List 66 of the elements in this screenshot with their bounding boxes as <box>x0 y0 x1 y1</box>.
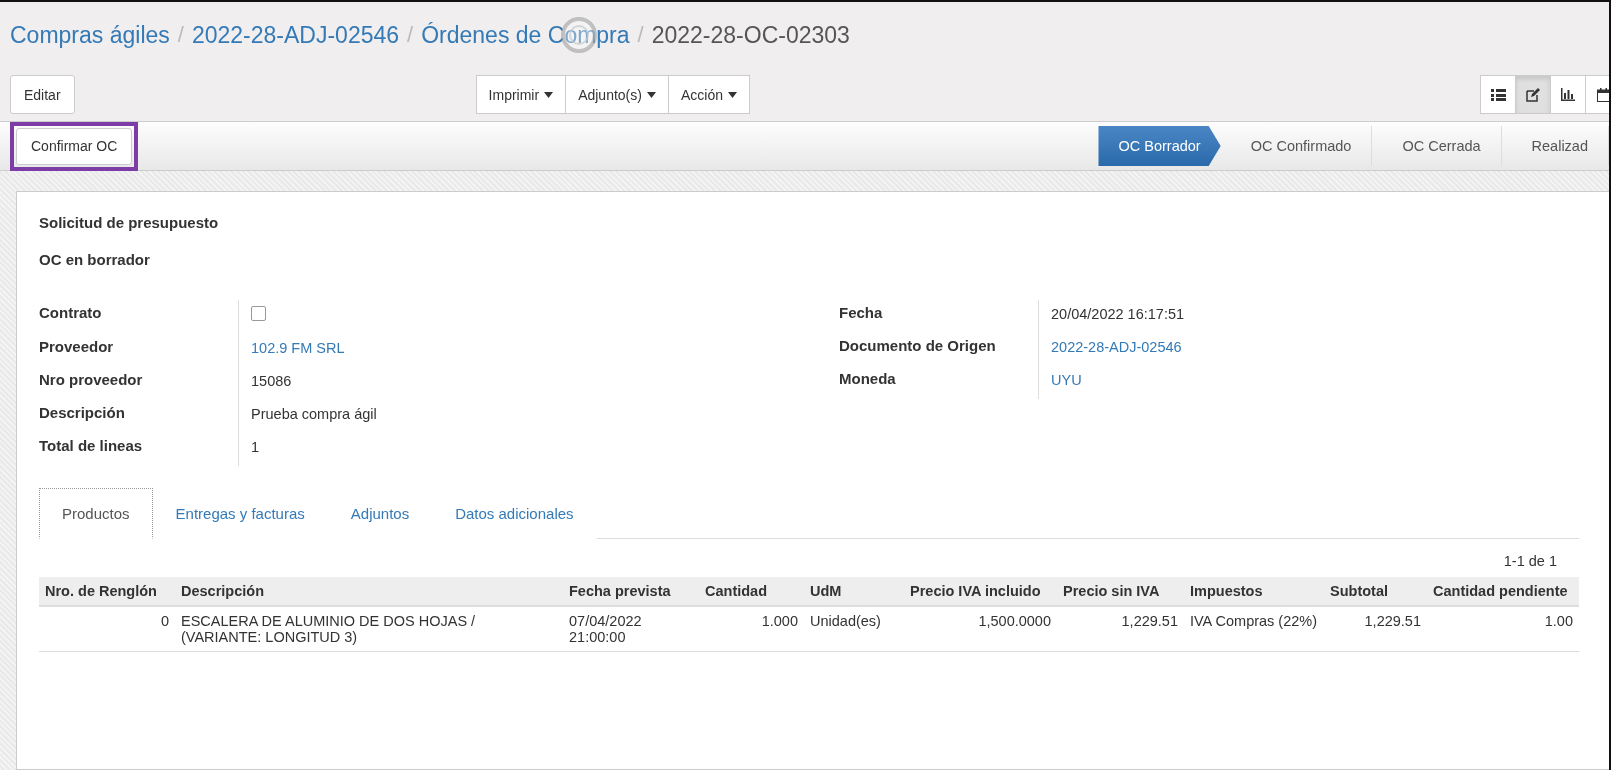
field-label: Nro proveedor <box>39 371 143 388</box>
field-value: 1 <box>251 439 260 455</box>
field-link[interactable]: 102.9 FM SRL <box>251 340 345 356</box>
pager: 1-1 de 1 <box>1503 553 1557 569</box>
column-header[interactable]: UdM <box>804 577 904 606</box>
table-cell: 1.00 <box>1427 606 1579 652</box>
breadcrumb-separator: / <box>637 22 644 48</box>
field-label: Proveedor <box>39 338 114 355</box>
calendar-icon <box>1596 87 1609 102</box>
page-title: 2022-28-OC-02303 <box>651 21 850 49</box>
edit-icon <box>1526 87 1540 102</box>
caret-icon <box>646 91 656 98</box>
column-header[interactable]: Impuestos <box>1184 577 1324 606</box>
bar-chart-icon <box>1561 88 1575 101</box>
table-cell: 1,229.51 <box>1324 606 1427 652</box>
view-switch-button[interactable] <box>1480 75 1516 114</box>
table-cell: 1,229.51 <box>1057 606 1184 652</box>
column-header[interactable]: Descripción <box>175 577 563 606</box>
breadcrumb-link[interactable]: Órdenes de Compra <box>421 21 630 49</box>
caret-icon <box>727 91 737 98</box>
field-label: Fecha <box>839 304 883 321</box>
table-cell: 1.000 <box>699 606 804 652</box>
breadcrumb-separator: / <box>177 22 184 48</box>
view-switch-button[interactable] <box>1515 75 1551 114</box>
list-icon <box>1490 88 1506 101</box>
column-header[interactable]: Precio sin IVA <box>1057 577 1184 606</box>
column-header[interactable]: Subtotal <box>1324 577 1427 606</box>
contract-checkbox[interactable] <box>251 306 266 321</box>
table-cell: 0 <box>39 606 175 652</box>
edit-button[interactable]: Editar <box>10 75 75 114</box>
sheet-heading: Solicitud de presupuesto <box>39 214 220 231</box>
tab[interactable]: Productos <box>39 488 153 539</box>
table-cell: 1,500.0000 <box>904 606 1057 652</box>
table-cell: Unidad(es) <box>804 606 904 652</box>
status-stage[interactable]: OC Borrador <box>1098 126 1221 166</box>
field-value: 15086 <box>251 373 292 389</box>
column-header[interactable]: Cantidad pendiente <box>1427 577 1579 606</box>
dropdown-button[interactable]: Adjunto(s) <box>565 75 669 114</box>
status-stage[interactable]: OC Confirmado <box>1220 126 1373 166</box>
caret-icon <box>544 91 554 98</box>
field-label: Contrato <box>39 304 102 321</box>
dropdown-button[interactable]: Acción <box>667 75 750 114</box>
field-link[interactable]: 2022-28-ADJ-02546 <box>1051 339 1182 355</box>
table-cell: 07/04/2022 21:00:00 <box>563 606 699 652</box>
column-header[interactable]: Precio IVA incluido <box>904 577 1057 606</box>
confirm-button[interactable]: Confirmar OC <box>16 127 133 165</box>
sheet-heading: OC en borrador <box>39 251 151 268</box>
dropdown-button[interactable]: Imprimir <box>475 75 567 114</box>
breadcrumb-link[interactable]: Compras ágiles <box>10 21 170 49</box>
breadcrumb-separator: / <box>407 22 414 48</box>
column-header[interactable]: Cantidad <box>699 577 804 606</box>
field-label: Documento de Origen <box>839 337 996 354</box>
view-switch-button[interactable] <box>1550 75 1586 114</box>
column-header[interactable]: Fecha prevista <box>563 577 699 606</box>
field-label: Total de lineas <box>39 437 143 454</box>
status-stage[interactable]: Realizad <box>1501 126 1609 166</box>
status-stage[interactable]: OC Cerrada <box>1372 126 1502 166</box>
field-label: Descripción <box>39 404 125 421</box>
breadcrumb-link[interactable]: 2022-28-ADJ-02546 <box>191 21 400 49</box>
column-header[interactable]: Nro. de Renglón <box>39 577 175 606</box>
field-link[interactable]: UYU <box>1051 372 1082 388</box>
field-label: Moneda <box>839 370 896 387</box>
table-cell: ESCALERA DE ALUMINIO DE DOS HOJAS / (VARIANTE: LONGITUD 3) <box>175 606 563 652</box>
field-value: 20/04/2022 16:17:51 <box>1051 306 1185 322</box>
field-value: Prueba compra ágil <box>251 406 377 422</box>
table-cell: IVA Compras (22%) <box>1184 606 1324 652</box>
